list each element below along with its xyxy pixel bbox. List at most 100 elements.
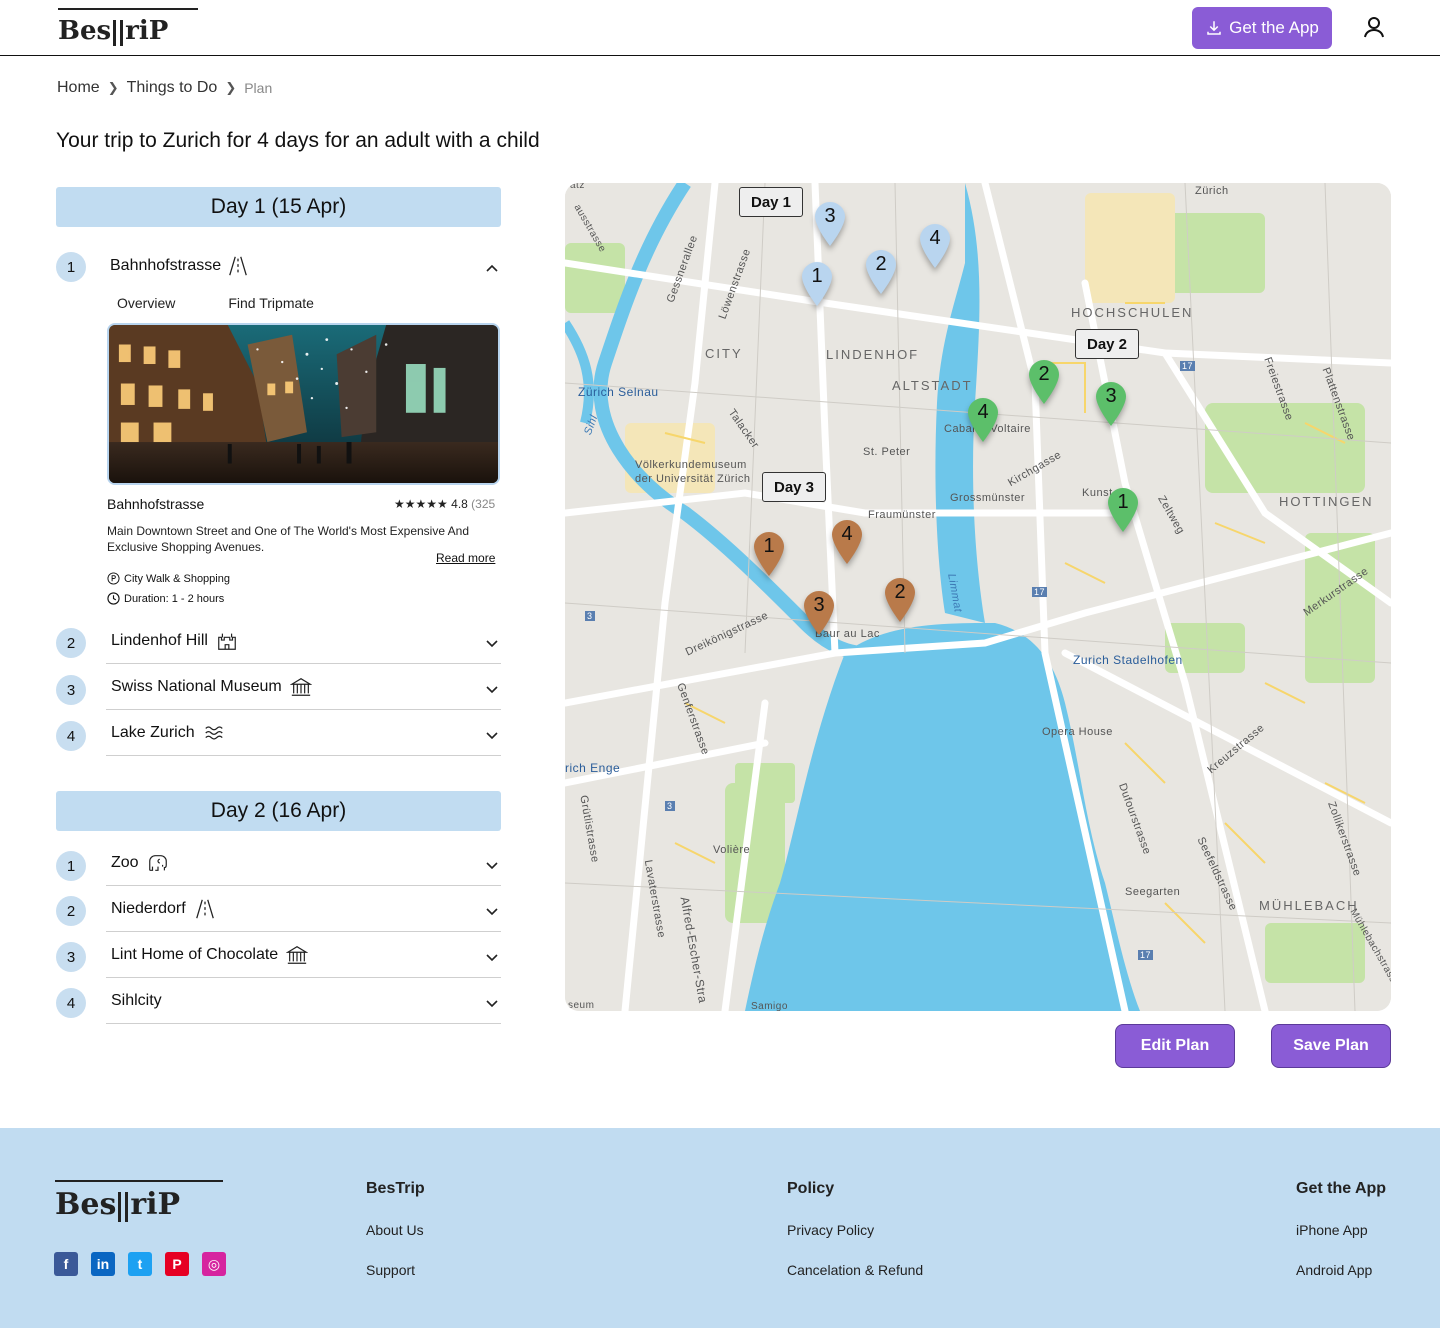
item-title: Lindenhof Hill: [111, 631, 208, 649]
chevron-right-icon: ❯: [107, 80, 119, 95]
day-1-item-2[interactable]: Lindenhof Hill: [106, 618, 501, 664]
logo-pipe: [118, 1192, 122, 1222]
item-title: Lake Zurich: [111, 723, 195, 741]
logo-text-left: Bes: [55, 1187, 117, 1222]
map-pin-day2-4[interactable]: 4: [967, 397, 999, 443]
get-app-button[interactable]: Get the App: [1192, 7, 1332, 49]
logo-bar: [55, 1180, 223, 1182]
duration-text: Duration: 1 - 2 hours: [124, 592, 225, 605]
map-base: [565, 183, 1391, 1011]
map-pin-day1-4[interactable]: 4: [919, 223, 951, 269]
map-label: ALTSTADT: [892, 378, 973, 393]
chevron-down-icon[interactable]: [485, 951, 499, 965]
tab-find-tripmate[interactable]: Find Tripmate: [228, 295, 314, 311]
chevron-down-icon[interactable]: [485, 859, 499, 873]
facebook-icon[interactable]: f: [54, 1252, 78, 1276]
footer-logo[interactable]: Bes riP: [55, 1180, 223, 1222]
map-label: Seegarten: [1125, 886, 1181, 898]
chevron-down-icon[interactable]: [485, 997, 499, 1011]
chevron-up-icon[interactable]: [485, 261, 499, 275]
edit-plan-button[interactable]: Edit Plan: [1115, 1024, 1235, 1068]
category-text: City Walk & Shopping: [124, 572, 230, 585]
read-more-link[interactable]: Read more: [436, 551, 495, 565]
museum-icon: [289, 677, 312, 696]
item-number: 3: [56, 942, 86, 972]
day-2-item-1[interactable]: Zoo: [106, 840, 501, 886]
day-2-header[interactable]: Day 2 (16 Apr): [56, 791, 501, 831]
chevron-down-icon[interactable]: [485, 637, 499, 651]
castle-icon: [218, 633, 236, 650]
footer-link-about-us[interactable]: About Us: [366, 1222, 424, 1238]
chevron-down-icon[interactable]: [485, 683, 499, 697]
map-pin-day2-3[interactable]: 3: [1095, 381, 1127, 427]
day-2-item-2[interactable]: Niederdorf: [106, 886, 501, 932]
place-name: Bahnhofstrasse: [107, 496, 205, 512]
map-day-3-tag[interactable]: Day 3: [762, 472, 827, 502]
route-badge: 17: [1180, 361, 1196, 371]
logo-pipe: [125, 1192, 129, 1222]
trip-map[interactable]: Zürich HOCHSCHULEN CITY LINDENHOF ALTSTA…: [565, 183, 1391, 1011]
day-2-item-4[interactable]: Sihlcity: [106, 978, 501, 1024]
elephant-icon: [148, 854, 167, 871]
item-number: 4: [56, 721, 86, 751]
map-label: HOCHSCHULEN: [1071, 305, 1194, 320]
pinterest-icon[interactable]: P: [165, 1252, 189, 1276]
map-pin-day3-1[interactable]: 1: [753, 531, 785, 577]
clock-icon: [107, 592, 120, 605]
map-label: der Universität Zürich: [635, 473, 751, 485]
day-1-header[interactable]: Day 1 (15 Apr): [56, 187, 501, 227]
map-label: Zürich: [1195, 185, 1229, 197]
instagram-icon[interactable]: ◎: [202, 1252, 226, 1276]
day-1-item-1[interactable]: Bahnhofstrasse: [106, 251, 501, 281]
map-pin-day1-3[interactable]: 3: [814, 201, 846, 247]
item-title: Niederdorf: [111, 899, 186, 917]
breadcrumb-plan: Plan: [244, 80, 273, 96]
day-1-item-3[interactable]: Swiss National Museum: [106, 664, 501, 710]
map-pin-day3-3[interactable]: 3: [803, 590, 835, 636]
bestrip-logo[interactable]: Bes riP: [58, 8, 198, 46]
download-icon: [1207, 21, 1221, 35]
chevron-right-icon: ❯: [225, 80, 237, 95]
footer-col-get-app-title: Get the App: [1296, 1180, 1387, 1197]
waves-icon: [204, 725, 223, 740]
map-pin-day3-2[interactable]: 2: [884, 577, 916, 623]
day-2-item-3[interactable]: Lint Home of Chocolate: [106, 932, 501, 978]
user-icon[interactable]: [1362, 15, 1386, 39]
route-badge: 17: [1032, 587, 1048, 597]
map-pin-day3-4[interactable]: 4: [831, 519, 863, 565]
logo-text-right: riP: [130, 1187, 181, 1222]
tab-overview[interactable]: Overview: [117, 295, 175, 311]
chevron-down-icon[interactable]: [485, 729, 499, 743]
logo-pipe: [120, 20, 124, 46]
chevron-down-icon[interactable]: [485, 905, 499, 919]
item-number: 2: [56, 896, 86, 926]
breadcrumb-things-to-do[interactable]: Things to Do: [127, 79, 218, 97]
footer-link-iphone-app[interactable]: iPhone App: [1296, 1222, 1368, 1238]
map-label: Samigo: [751, 1001, 788, 1011]
day-1-item-4[interactable]: Lake Zurich: [106, 710, 501, 756]
map-label: Opera House: [1042, 726, 1113, 738]
map-pin-day2-1[interactable]: 1: [1107, 487, 1139, 533]
map-label: St. Peter: [863, 446, 911, 458]
map-pin-day2-2[interactable]: 2: [1028, 359, 1060, 405]
road-icon: [195, 899, 214, 918]
map-day-2-tag[interactable]: Day 2: [1075, 329, 1140, 359]
save-plan-button[interactable]: Save Plan: [1271, 1024, 1391, 1068]
map-label: Volière: [713, 844, 751, 856]
map-label: atz: [570, 183, 585, 191]
map-day-1-tag[interactable]: Day 1: [739, 187, 804, 217]
map-label: rich Enge: [565, 761, 621, 775]
footer-link-android-app[interactable]: Android App: [1296, 1262, 1372, 1278]
breadcrumb-home[interactable]: Home: [57, 79, 100, 97]
pin-badge-icon: [107, 572, 120, 585]
linkedin-icon[interactable]: in: [91, 1252, 115, 1276]
footer-link-support[interactable]: Support: [366, 1262, 415, 1278]
map-pin-day1-2[interactable]: 2: [865, 249, 897, 295]
social-links: f in t P ◎: [54, 1252, 226, 1276]
map-pin-day1-1[interactable]: 1: [801, 261, 833, 307]
map-label: Zürich Selnau: [578, 385, 659, 399]
item-title: Swiss National Museum: [111, 677, 282, 695]
footer-link-cancelation-refund[interactable]: Cancelation & Refund: [787, 1262, 923, 1278]
footer-link-privacy-policy[interactable]: Privacy Policy: [787, 1222, 874, 1238]
twitter-icon[interactable]: t: [128, 1252, 152, 1276]
